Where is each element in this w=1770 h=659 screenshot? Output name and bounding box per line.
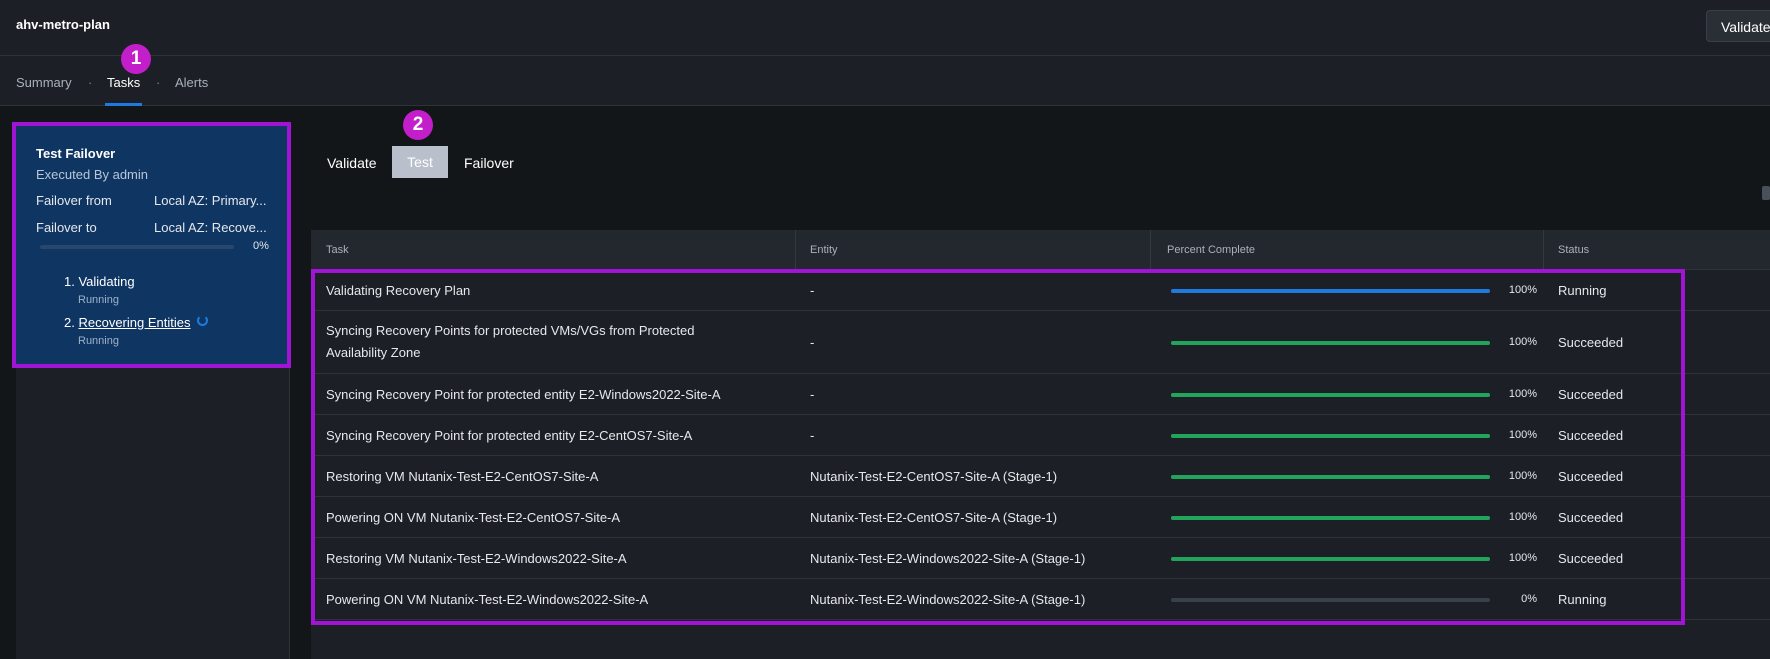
task-cell: Syncing Recovery Point for protected ent… (326, 386, 721, 402)
table-row[interactable]: Syncing Recovery Points for protected VM… (311, 311, 1770, 374)
validate-button[interactable]: Validate (1706, 10, 1770, 42)
percent-complete-fill (1171, 515, 1490, 520)
failover-from-label: Failover from (36, 193, 112, 208)
task-cell: Validating Recovery Plan (326, 282, 471, 298)
subtab-failover[interactable]: Failover (464, 155, 514, 171)
step-validating: 1. Validating (64, 274, 135, 289)
recovering-entities-link[interactable]: Recovering Entities (78, 315, 190, 330)
top-bar: ahv-metro-plan Validate (0, 0, 1770, 56)
status-cell: Running (1558, 282, 1607, 298)
tab-alerts[interactable]: Alerts (175, 75, 208, 90)
percent-complete-text: 100% (1508, 428, 1537, 441)
subtab-test[interactable]: Test (392, 146, 448, 178)
tab-separator: · (156, 75, 161, 90)
percent-complete-bar (1171, 433, 1490, 438)
active-tab-indicator (105, 103, 142, 106)
percent-complete-bar (1171, 340, 1490, 345)
step-validating-status: Running (78, 294, 119, 306)
entity-cell: Nutanix-Test-E2-CentOS7-Site-A (Stage-1) (810, 468, 1058, 484)
table-row[interactable]: Validating Recovery Plan - 100% Running (311, 270, 1770, 311)
percent-complete-fill (1171, 392, 1490, 397)
table-header: Task Entity Percent Complete Status (311, 230, 1770, 270)
loading-spinner-icon (197, 315, 208, 326)
tab-separator: · (88, 75, 93, 90)
failover-to-label: Failover to (36, 220, 97, 235)
table-row[interactable]: Restoring VM Nutanix-Test-E2-CentOS7-Sit… (311, 456, 1770, 497)
entity-cell: Nutanix-Test-E2-Windows2022-Site-A (Stag… (810, 550, 1086, 566)
column-header-task[interactable]: Task (326, 244, 349, 256)
entity-cell: - (810, 386, 815, 402)
percent-complete-text: 100% (1508, 469, 1537, 482)
status-cell: Succeeded (1558, 468, 1624, 484)
percent-complete-bar (1171, 288, 1490, 293)
table-row[interactable]: Powering ON VM Nutanix-Test-E2-CentOS7-S… (311, 497, 1770, 538)
percent-complete-fill (1171, 433, 1490, 438)
job-card[interactable]: Test Failover Executed By admin Failover… (12, 122, 291, 368)
task-cell: Syncing Recovery Points for protected VM… (326, 323, 695, 360)
percent-complete-text: 100% (1508, 387, 1537, 400)
job-progress-percent: 0% (253, 240, 269, 252)
percent-complete-fill (1171, 340, 1490, 345)
status-cell: Succeeded (1558, 550, 1624, 566)
percent-complete-bar (1171, 515, 1490, 520)
step-recovering-entities: 2. Recovering Entities (64, 315, 190, 330)
percent-complete-bar (1171, 556, 1490, 561)
percent-complete-text: 100% (1508, 510, 1537, 523)
tab-summary[interactable]: Summary (16, 75, 72, 90)
column-header-percent-complete[interactable]: Percent Complete (1167, 244, 1255, 256)
task-cell: Syncing Recovery Point for protected ent… (326, 427, 693, 443)
table-row[interactable]: Restoring VM Nutanix-Test-E2-Windows2022… (311, 538, 1770, 579)
job-executed-by: Executed By admin (36, 167, 149, 182)
percent-complete-bar (1171, 474, 1490, 479)
status-cell: Succeeded (1558, 509, 1624, 525)
table-row[interactable]: Syncing Recovery Point for protected ent… (311, 374, 1770, 415)
subtab-validate[interactable]: Validate (327, 155, 377, 171)
failover-to-value: Local AZ: Recove... (154, 220, 267, 235)
entity-cell: Nutanix-Test-E2-Windows2022-Site-A (Stag… (810, 591, 1086, 607)
percent-complete-bar (1171, 597, 1490, 602)
percent-complete-text: 100% (1508, 551, 1537, 564)
percent-complete-text: 0% (1521, 592, 1537, 605)
column-divider[interactable] (1543, 230, 1544, 270)
percent-complete-text: 100% (1508, 283, 1537, 296)
table-row[interactable]: Powering ON VM Nutanix-Test-E2-Windows20… (311, 579, 1770, 620)
tab-tasks[interactable]: Tasks (107, 75, 140, 90)
page-title: ahv-metro-plan (16, 17, 110, 32)
column-header-entity[interactable]: Entity (810, 244, 838, 256)
entity-cell: Nutanix-Test-E2-CentOS7-Site-A (Stage-1) (810, 509, 1058, 525)
percent-complete-fill (1171, 474, 1490, 479)
task-cell: Powering ON VM Nutanix-Test-E2-Windows20… (326, 591, 649, 607)
failover-from-value: Local AZ: Primary... (154, 193, 267, 208)
step-recovering-status: Running (78, 335, 119, 347)
job-title: Test Failover (36, 146, 116, 161)
task-cell: Restoring VM Nutanix-Test-E2-CentOS7-Sit… (326, 468, 599, 484)
percent-complete-text: 100% (1508, 335, 1537, 348)
column-divider[interactable] (1150, 230, 1151, 270)
column-divider[interactable] (795, 230, 796, 270)
task-cell: Powering ON VM Nutanix-Test-E2-CentOS7-S… (326, 509, 621, 525)
task-cell: Restoring VM Nutanix-Test-E2-Windows2022… (326, 550, 627, 566)
entity-cell: - (810, 282, 815, 298)
scroll-handle[interactable] (1762, 186, 1770, 200)
job-progress-bar (40, 245, 234, 249)
percent-complete-fill (1171, 556, 1490, 561)
step-number: 2. (64, 315, 75, 330)
status-cell: Running (1558, 591, 1607, 607)
annotation-badge-1: 1 (121, 44, 151, 74)
annotation-badge-2: 2 (403, 110, 433, 140)
status-cell: Succeeded (1558, 334, 1624, 350)
status-cell: Succeeded (1558, 427, 1624, 443)
status-cell: Succeeded (1558, 386, 1624, 402)
entity-cell: - (810, 427, 815, 443)
percent-complete-bar (1171, 392, 1490, 397)
tab-bar: Summary · Tasks · Alerts (0, 56, 1770, 106)
percent-complete-fill (1171, 288, 1490, 293)
entity-cell: - (810, 334, 815, 350)
column-header-status[interactable]: Status (1558, 244, 1589, 256)
table-row[interactable]: Syncing Recovery Point for protected ent… (311, 415, 1770, 456)
